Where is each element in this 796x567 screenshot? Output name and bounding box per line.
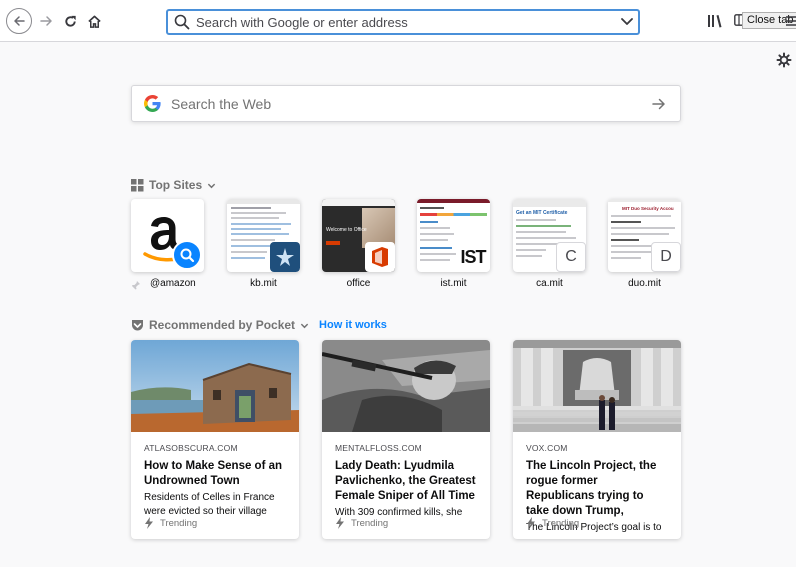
context-label: Trending bbox=[160, 517, 198, 529]
back-button[interactable] bbox=[6, 8, 32, 34]
gear-icon bbox=[776, 52, 792, 68]
top-site-label: ist.mit bbox=[440, 278, 467, 289]
site-favicon: D bbox=[651, 242, 681, 272]
top-sites-title: Top Sites bbox=[149, 178, 203, 192]
pocket-header: Recommended by Pocket How it works bbox=[131, 318, 387, 332]
home-icon bbox=[87, 15, 101, 28]
grid-icon bbox=[131, 178, 144, 191]
search-submit-button[interactable] bbox=[644, 89, 674, 119]
context-label: Trending bbox=[542, 517, 580, 529]
pin-icon bbox=[132, 281, 140, 290]
forward-button[interactable] bbox=[36, 10, 56, 32]
top-site-office[interactable]: Welcome to Office office bbox=[322, 199, 395, 289]
card-source: ATLASOBSCURA.COM bbox=[144, 443, 238, 453]
arrow-right-icon bbox=[652, 98, 665, 109]
search-icon bbox=[180, 248, 195, 263]
bolt-icon bbox=[145, 517, 153, 529]
top-site-thumbnail: IST bbox=[417, 199, 490, 272]
context-label: Trending bbox=[351, 517, 389, 529]
address-dropdown-button[interactable] bbox=[616, 11, 638, 33]
site-favicon: IST bbox=[456, 242, 490, 272]
site-favicon bbox=[270, 242, 300, 272]
card-image bbox=[322, 340, 490, 432]
card-source: MENTALFLOSS.COM bbox=[335, 443, 422, 453]
card-title: The Lincoln Project, the rogue former Re… bbox=[526, 460, 657, 517]
reload-button[interactable] bbox=[60, 10, 80, 32]
bolt-icon bbox=[336, 517, 344, 529]
thumbnail-text: Get an MIT Certificate bbox=[516, 210, 568, 216]
pocket-icon bbox=[132, 319, 143, 330]
card-photo bbox=[513, 340, 681, 432]
top-site-label: @amazon bbox=[150, 278, 196, 289]
site-favicon: C bbox=[556, 242, 586, 272]
library-icon bbox=[708, 15, 722, 28]
star-logo-icon bbox=[276, 248, 294, 266]
pocket-card[interactable]: VOX.COM The Lincoln Project, the rogue f… bbox=[513, 340, 681, 539]
search-icon bbox=[174, 14, 190, 30]
card-source: VOX.COM bbox=[526, 443, 568, 453]
card-excerpt: Residents of Celles in France were evict… bbox=[144, 492, 275, 517]
web-search-box[interactable] bbox=[131, 85, 681, 122]
top-site-label: kb.mit bbox=[250, 278, 277, 289]
library-button[interactable] bbox=[706, 12, 724, 30]
top-site-ca-mit[interactable]: Get an MIT Certificate C ca.mit bbox=[513, 199, 586, 289]
home-button[interactable] bbox=[84, 10, 104, 32]
app-menu-button[interactable] bbox=[786, 12, 796, 30]
reload-icon bbox=[64, 15, 76, 27]
google-logo-icon bbox=[144, 95, 161, 112]
chevron-down-icon bbox=[207, 183, 216, 188]
top-site-thumbnail: Welcome to Office bbox=[322, 199, 395, 272]
top-site-ist-mit[interactable]: IST ist.mit bbox=[417, 199, 490, 289]
card-context: Trending bbox=[526, 517, 579, 529]
card-image bbox=[131, 340, 299, 432]
chevron-down-icon bbox=[621, 18, 633, 25]
bolt-icon bbox=[527, 517, 535, 529]
thumbnail-text: MIT Duo Security Accou bbox=[622, 206, 674, 211]
hamburger-menu-icon bbox=[786, 16, 796, 26]
top-site-label: office bbox=[346, 278, 371, 289]
top-site-label: duo.mit bbox=[628, 278, 661, 289]
card-title: How to Make Sense of an Undrowned Town bbox=[144, 460, 283, 487]
customize-newtab-button[interactable] bbox=[776, 52, 794, 70]
browser-toolbar: Close tab bbox=[0, 0, 796, 42]
pocket-card[interactable]: MENTALFLOSS.COM Lady Death: Lyudmila Pav… bbox=[322, 340, 490, 539]
pocket-title: Recommended by Pocket bbox=[149, 318, 296, 332]
card-context: Trending bbox=[335, 517, 388, 529]
top-sites-header[interactable]: Top Sites bbox=[131, 178, 216, 192]
card-title: Lady Death: Lyudmila Pavlichenko, the Gr… bbox=[335, 460, 476, 502]
card-context: Trending bbox=[144, 517, 197, 529]
top-site-thumbnail: MIT Duo Security Accou D bbox=[608, 199, 681, 272]
back-arrow-icon bbox=[14, 16, 25, 26]
card-photo bbox=[322, 340, 490, 432]
top-site-kb-mit[interactable]: kb.mit bbox=[227, 199, 300, 289]
top-site-thumbnail bbox=[227, 199, 300, 272]
top-site-thumbnail: Get an MIT Certificate C bbox=[513, 199, 586, 272]
pocket-card[interactable]: ATLASOBSCURA.COM How to Make Sense of an… bbox=[131, 340, 299, 539]
address-input[interactable] bbox=[196, 14, 616, 30]
top-site-duo-mit[interactable]: MIT Duo Security Accou D duo.mit bbox=[608, 199, 681, 289]
card-photo bbox=[131, 340, 299, 432]
top-site-label: ca.mit bbox=[536, 278, 563, 289]
how-it-works-link[interactable]: How it works bbox=[319, 319, 387, 331]
web-search-input[interactable] bbox=[171, 95, 644, 112]
search-shortcut-badge bbox=[172, 240, 202, 270]
top-site-amazon[interactable]: @amazon bbox=[131, 199, 204, 290]
office-logo-icon bbox=[372, 247, 388, 267]
top-site-thumbnail bbox=[131, 199, 204, 272]
chevron-down-icon[interactable] bbox=[300, 321, 309, 330]
forward-arrow-icon bbox=[39, 16, 52, 26]
address-bar[interactable] bbox=[166, 9, 640, 35]
site-favicon bbox=[365, 242, 395, 272]
thumbnail-text: Welcome to Office bbox=[326, 227, 367, 233]
card-image bbox=[513, 340, 681, 432]
